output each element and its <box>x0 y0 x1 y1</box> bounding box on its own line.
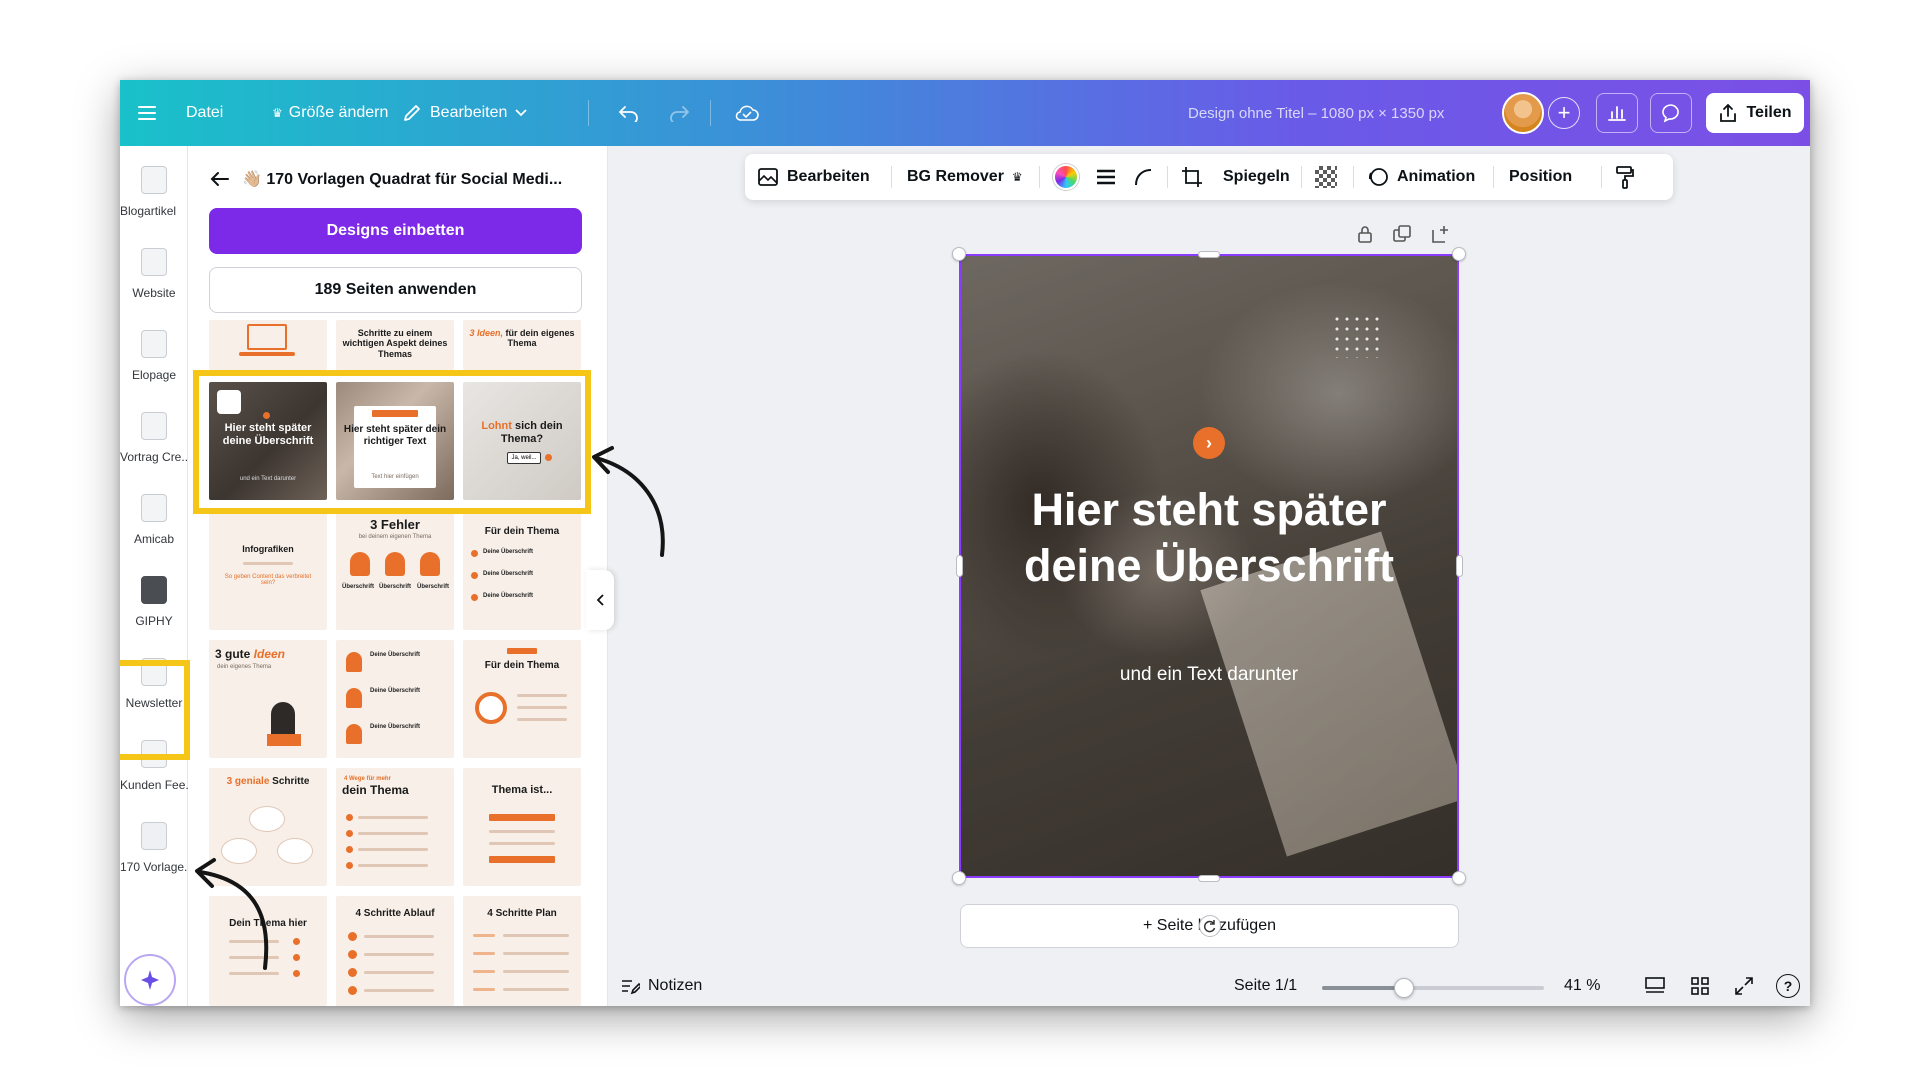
tutorial-arrows <box>195 446 665 970</box>
